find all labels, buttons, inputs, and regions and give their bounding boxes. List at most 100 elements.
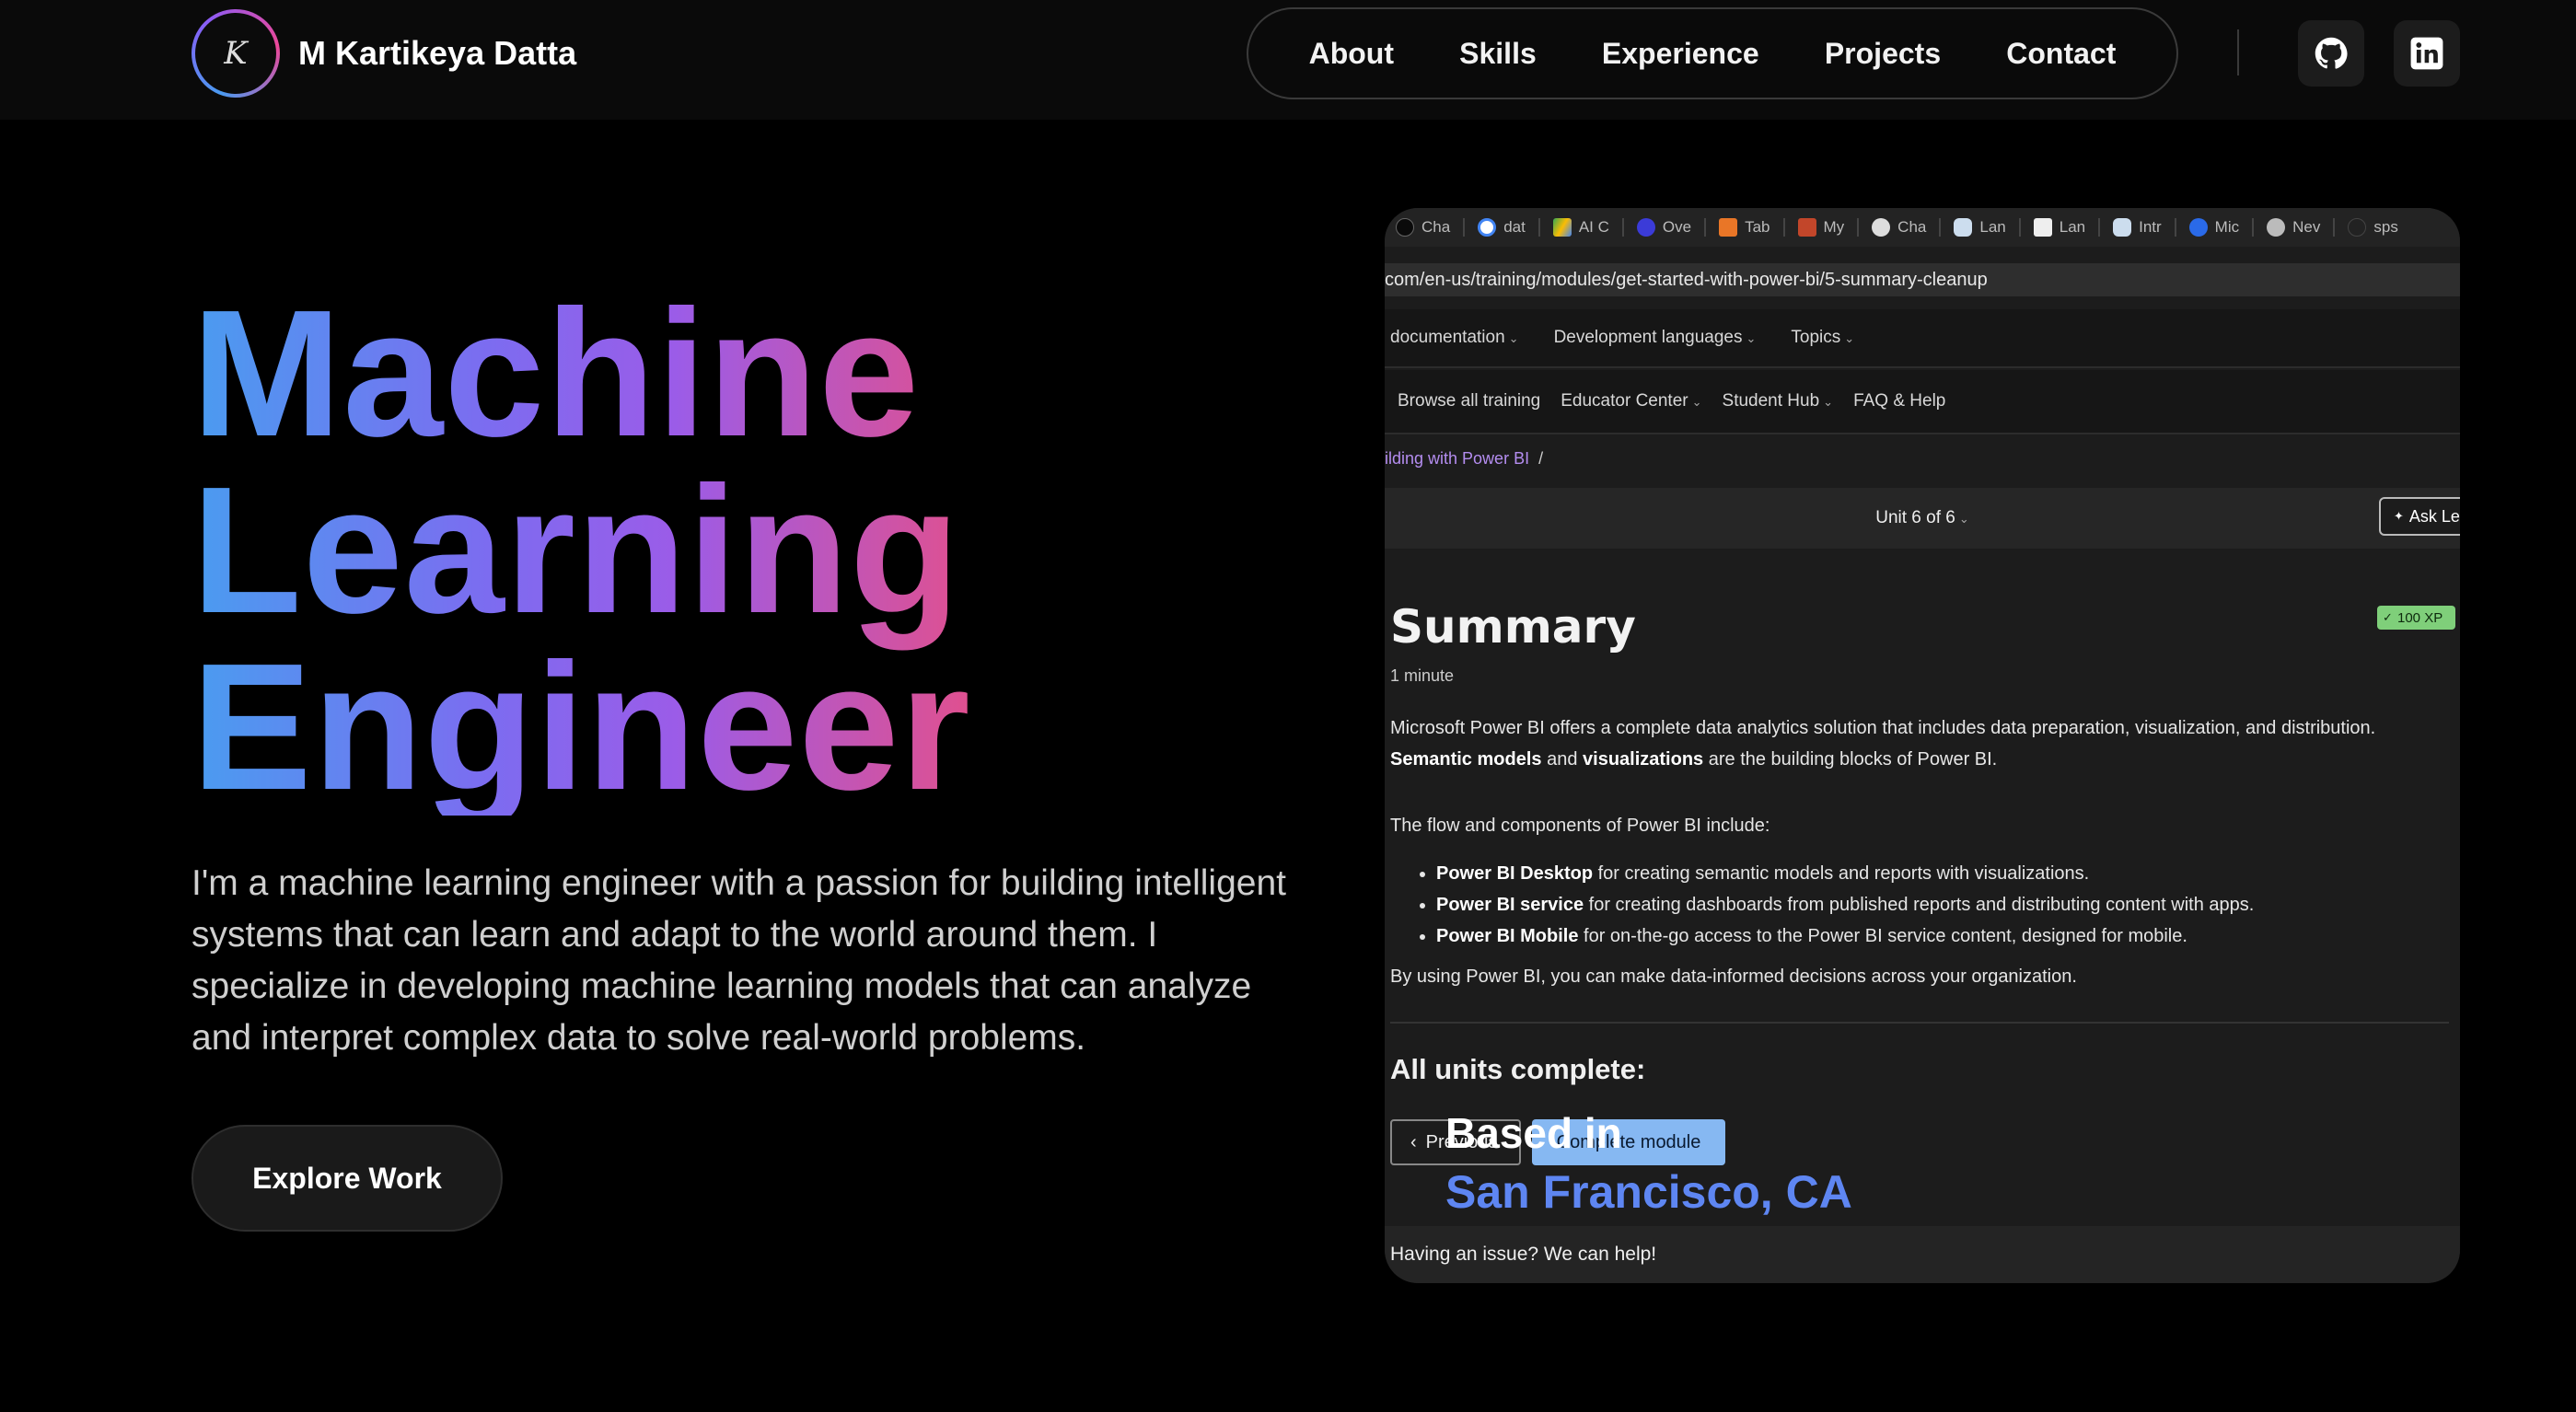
nav-link-skills[interactable]: Skills <box>1459 37 1537 71</box>
browser-tab-bar: Cha dat AI C Ove Tab My Cha Lan Lan Intr… <box>1385 208 2460 247</box>
duration-label: 1 minute <box>1390 666 1455 685</box>
browser-tab[interactable]: Tab <box>1719 218 1770 237</box>
github-link[interactable] <box>2298 20 2364 87</box>
tab-separator <box>1857 218 1860 237</box>
chevron-down-icon: ⌄ <box>1691 395 1702 409</box>
unit-bar: Unit 6 of 6 ⌄ <box>1385 488 2460 549</box>
hero-title-line-1: Machine <box>191 272 921 474</box>
chevron-down-icon: ⌄ <box>1508 331 1519 345</box>
chatgpt-icon <box>1872 218 1891 237</box>
brand[interactable]: K M Kartikeya Datta <box>191 9 576 98</box>
tab-favicon-icon <box>2348 218 2367 237</box>
tab-favicon-icon <box>1636 218 1655 237</box>
chevron-left-icon: ‹ <box>1410 1131 1417 1152</box>
list-item: Power BI service for creating dashboards… <box>1436 889 2254 920</box>
training-menu-row: Browse all training Educator Center ⌄ Stu… <box>1385 370 2460 434</box>
tab-separator <box>1782 218 1785 237</box>
tableau-icon <box>1719 218 1738 237</box>
nav-divider <box>2237 29 2239 75</box>
browser-tab[interactable]: sps <box>2348 218 2398 237</box>
nav-link-projects[interactable]: Projects <box>1825 37 1941 71</box>
tab-favicon-icon <box>1954 218 1973 237</box>
browser-tab[interactable]: My <box>1797 218 1844 237</box>
brand-name[interactable]: M Kartikeya Datta <box>298 34 576 73</box>
tab-favicon-icon <box>2033 218 2052 237</box>
browser-tab[interactable]: Cha <box>1872 218 1926 237</box>
url-bar[interactable]: com/en-us/training/modules/get-started-w… <box>1385 263 2460 296</box>
menu-student-hub[interactable]: Student Hub ⌄ <box>1723 391 1834 411</box>
hero-title-line-3: Engineer <box>191 626 971 828</box>
tableau-icon <box>1797 218 1816 237</box>
chevron-down-icon: ⌄ <box>1823 395 1834 409</box>
location-value: San Francisco, CA <box>1445 1166 1852 1218</box>
linkedin-link[interactable] <box>2394 20 2460 87</box>
browser-tab[interactable]: dat <box>1478 218 1526 237</box>
list-item: Power BI Desktop for creating semantic m… <box>1436 858 2254 889</box>
linkedin-icon <box>2410 37 2443 70</box>
browser-tab[interactable]: Lan <box>1954 218 2006 237</box>
browser-tab[interactable]: Mic <box>2188 218 2239 237</box>
tab-favicon-icon <box>1396 218 1414 237</box>
tab-separator <box>2098 218 2101 237</box>
summary-paragraph-1: Microsoft Power BI offers a complete dat… <box>1390 718 2376 770</box>
logo-avatar[interactable]: K <box>191 9 280 98</box>
tab-separator <box>2252 218 2255 237</box>
ask-learn-button[interactable]: ✦ Ask Le <box>2379 497 2460 536</box>
browser-tab[interactable]: Cha <box>1396 218 1450 237</box>
browser-tab[interactable]: Intr <box>2113 218 2162 237</box>
google-icon <box>1478 218 1497 237</box>
hero-description: I'm a machine learning engineer with a p… <box>191 863 1286 1058</box>
tab-separator <box>1463 218 1466 237</box>
hero-title-line-2: Learning <box>191 449 961 651</box>
tab-separator <box>1537 218 1540 237</box>
nav-link-about[interactable]: About <box>1309 37 1394 71</box>
unit-selector[interactable]: Unit 6 of 6 ⌄ <box>1875 508 1969 528</box>
breadcrumb: ilding with Power BI / <box>1385 449 1543 469</box>
menu-topics[interactable]: Topics ⌄ <box>1791 328 1854 348</box>
explore-work-button[interactable]: Explore Work <box>191 1125 503 1232</box>
list-item: Power BI Mobile for on-the-go access to … <box>1436 920 2254 952</box>
menu-browse-all-training[interactable]: Browse all training <box>1398 391 1540 411</box>
tab-separator <box>1704 218 1707 237</box>
location-label: Based in <box>1445 1109 1622 1157</box>
breadcrumb-separator: / <box>1538 449 1544 468</box>
article-heading: Summary <box>1390 600 1636 654</box>
drive-icon <box>1552 218 1572 237</box>
xp-badge: ✓ 100 XP <box>2377 606 2456 630</box>
tab-favicon-icon <box>2188 218 2208 237</box>
units-complete-heading: All units complete: <box>1390 1053 1646 1085</box>
chevron-down-icon: ⌄ <box>1844 331 1855 345</box>
tab-separator <box>2174 218 2176 237</box>
nav-link-experience[interactable]: Experience <box>1602 37 1759 71</box>
content-divider <box>1390 1022 2449 1024</box>
tab-separator <box>1939 218 1942 237</box>
nav-link-contact[interactable]: Contact <box>2006 37 2116 71</box>
menu-documentation[interactable]: documentation ⌄ <box>1390 328 1519 348</box>
chevron-down-icon: ⌄ <box>1746 331 1757 345</box>
logo-signature: K <box>195 13 276 94</box>
chrome-icon <box>2267 218 2286 237</box>
summary-paragraph-2: The flow and components of Power BI incl… <box>1390 816 1770 836</box>
menu-educator-center[interactable]: Educator Center ⌄ <box>1561 391 1701 411</box>
browser-tab[interactable]: Lan <box>2033 218 2085 237</box>
check-icon: ✓ <box>2383 610 2393 624</box>
menu-development-languages[interactable]: Development languages ⌄ <box>1554 328 1757 348</box>
summary-paragraph-3: By using Power BI, you can make data-inf… <box>1390 966 2077 987</box>
chevron-down-icon: ⌄ <box>1958 512 1969 526</box>
docs-menu-row: documentation ⌄ Development languages ⌄ To… <box>1385 309 2460 368</box>
components-list: Power BI Desktop for creating semantic m… <box>1436 858 2254 952</box>
top-navbar: K M Kartikeya Datta About Skills Experie… <box>0 0 2576 120</box>
menu-faq-help[interactable]: FAQ & Help <box>1853 391 1945 411</box>
tab-separator <box>2018 218 2021 237</box>
help-footer[interactable]: Having an issue? We can help! <box>1385 1226 2460 1283</box>
tab-separator <box>2333 218 2336 237</box>
hero-title: Machine Learning Engineer <box>191 285 971 816</box>
browser-tab[interactable]: Nev <box>2267 218 2320 237</box>
browser-tab[interactable]: Ove <box>1636 218 1691 237</box>
nav-menu: About Skills Experience Projects Contact <box>1247 7 2178 99</box>
browser-tab[interactable]: AI C <box>1552 218 1609 237</box>
breadcrumb-link[interactable]: ilding with Power BI <box>1385 449 1529 468</box>
tab-favicon-icon <box>2113 218 2132 237</box>
sparkle-icon: ✦ <box>2394 509 2404 523</box>
github-icon <box>2315 37 2348 69</box>
